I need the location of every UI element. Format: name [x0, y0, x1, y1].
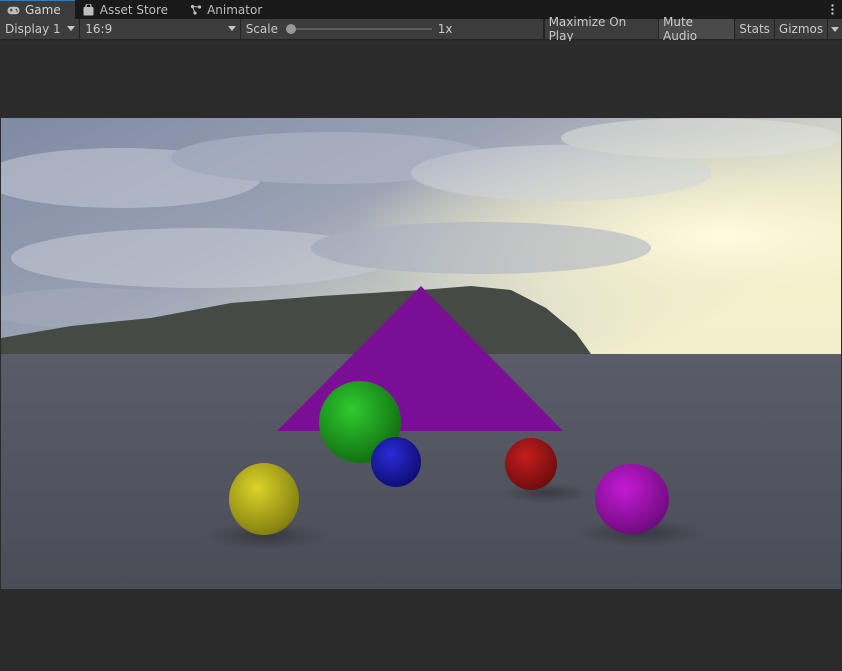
scale-slider[interactable]	[285, 23, 432, 35]
chevron-down-icon	[67, 26, 76, 31]
tab-game[interactable]: Game	[0, 0, 75, 19]
sphere-shadow	[501, 483, 591, 503]
gizmos-dropdown-caret[interactable]	[828, 19, 842, 39]
tab-game-label: Game	[25, 3, 61, 17]
blue-sphere	[371, 437, 421, 487]
gizmos-toggle[interactable]: Gizmos	[775, 19, 829, 39]
yellow-sphere	[229, 463, 299, 535]
game-render	[1, 118, 841, 589]
scale-control: Scale 1x	[241, 19, 544, 39]
mute-audio-toggle[interactable]: Mute Audio	[659, 15, 736, 43]
tab-asset-store-label: Asset Store	[99, 2, 169, 17]
tab-asset-store[interactable]: Asset Store	[75, 0, 182, 19]
chevron-down-icon	[831, 26, 840, 32]
scale-slider-track	[285, 28, 432, 30]
aspect-ratio-label: 16:9	[85, 22, 113, 36]
red-sphere	[505, 438, 557, 490]
stats-toggle[interactable]: Stats	[735, 19, 775, 39]
shopping-bag-icon	[82, 3, 95, 15]
kebab-menu-icon[interactable]	[822, 0, 842, 19]
animator-icon	[189, 4, 202, 15]
gamepad-icon	[7, 5, 20, 16]
tab-animator-label: Animator	[207, 2, 263, 17]
chevron-down-icon	[227, 26, 236, 31]
game-viewport[interactable]	[0, 41, 842, 671]
scale-value: 1x	[437, 22, 453, 36]
display-dropdown-label: Display 1	[5, 22, 61, 36]
aspect-ratio-dropdown[interactable]: 16:9	[80, 19, 241, 39]
tab-animator[interactable]: Animator	[182, 0, 276, 19]
scale-slider-thumb[interactable]	[285, 24, 296, 34]
game-view-toolbar: Display 1 16:9 Scale 1x Maximize On Play…	[0, 15, 842, 43]
maximize-on-play-toggle[interactable]: Maximize On Play	[545, 15, 660, 43]
purple-sphere	[595, 464, 669, 534]
display-dropdown[interactable]: Display 1	[0, 19, 81, 39]
scale-label: Scale	[245, 22, 278, 36]
